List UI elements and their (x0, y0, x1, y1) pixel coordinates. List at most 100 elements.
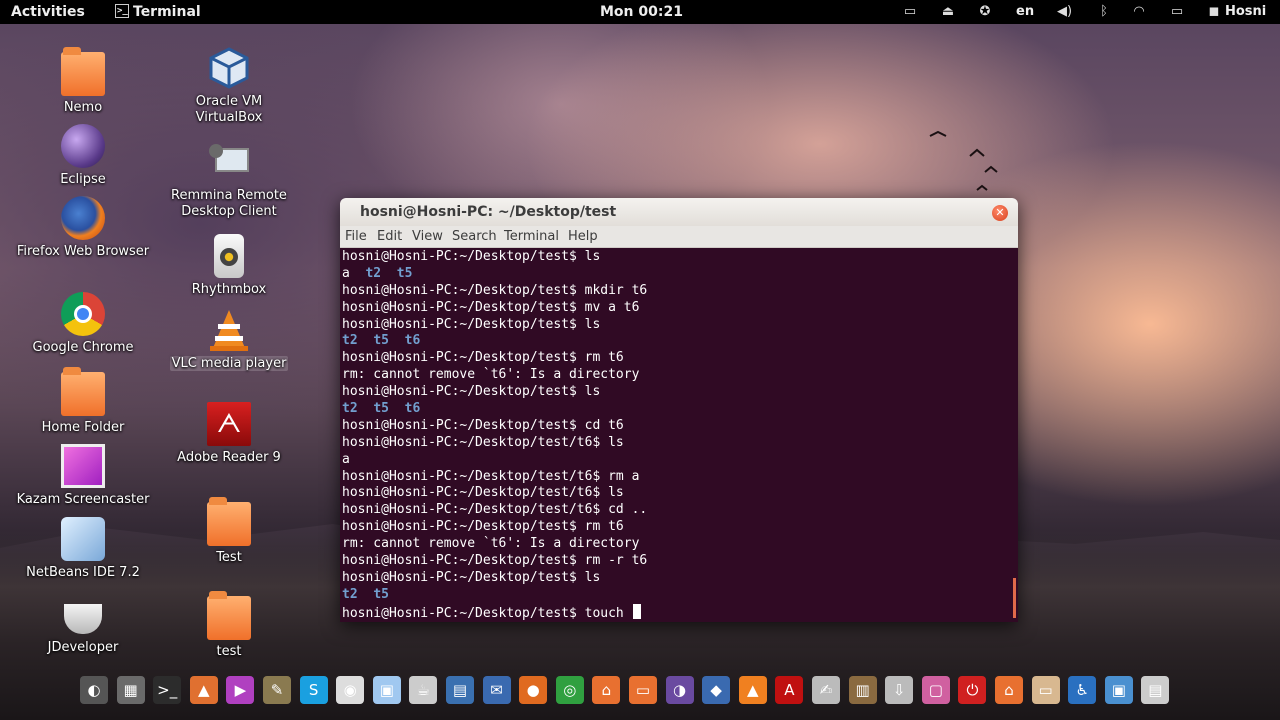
terminal-line: hosni@Hosni-PC:~/Desktop/test$ mv a t6 (342, 300, 1012, 317)
terminal-text: hosni@Hosni-PC:~/Desktop/test$ rm t6 (342, 519, 624, 535)
gimp-icon[interactable]: ✎ (263, 676, 291, 704)
nemo-icon[interactable]: ▭ (629, 676, 657, 704)
terminal-output[interactable]: hosni@Hosni-PC:~/Desktop/test$ ls a t2 t5… (342, 249, 1012, 621)
user-menu[interactable]: Hosni (1225, 0, 1266, 24)
file-entry (358, 401, 374, 416)
app-menu-terminal[interactable]: >_ Terminal (111, 0, 201, 24)
remmina-icon (207, 140, 251, 184)
desktop-icon-home-folder[interactable]: Home Folder (13, 367, 153, 436)
desktop-icon-label: VLC media player (159, 356, 299, 372)
rhythmbox-icon[interactable]: ◉ (336, 676, 365, 704)
eject-icon[interactable]: ⏏ (941, 5, 955, 19)
desktop-icon-remmina[interactable]: Remmina Remote Desktop Client (159, 140, 299, 220)
menu-file[interactable]: File (345, 229, 367, 244)
vlc-icon (207, 308, 251, 352)
software-center-icon[interactable]: ▣ (1104, 676, 1133, 704)
chrome-icon[interactable]: ◎ (555, 676, 584, 704)
scrollbar[interactable] (1013, 578, 1016, 618)
vlc-icon[interactable]: ▲ (738, 676, 767, 704)
menu-edit[interactable]: Edit (377, 229, 402, 244)
folder-icon (207, 591, 251, 640)
jdeveloper-icon (64, 604, 102, 634)
terminal-line: hosni@Hosni-PC:~/Desktop/test$ ls (342, 317, 1012, 334)
screenshot-icon[interactable]: ▢ (921, 676, 950, 704)
terminal-text: hosni@Hosni-PC:~/Desktop/test$ cd t6 (342, 417, 624, 433)
desktop-icon-chrome[interactable]: Google Chrome (13, 292, 153, 356)
books-icon[interactable]: ▥ (848, 676, 877, 704)
desktop-icon-virtualbox[interactable]: Oracle VM VirtualBox (159, 46, 299, 126)
terminal-line: hosni@Hosni-PC:~/Desktop/test$ ls (342, 249, 1012, 266)
terminal-line: hosni@Hosni-PC:~/Desktop/test$ mkdir t6 (342, 283, 1012, 300)
window-titlebar[interactable]: hosni@Hosni-PC: ~/Desktop/test ✕ (340, 198, 1018, 226)
menu-view[interactable]: View (412, 229, 443, 244)
power-icon[interactable]: ⏻ (958, 676, 987, 704)
desktop-icon-test-folder-lower[interactable]: test (159, 591, 299, 660)
desktop-icon-test-folder[interactable]: Test (159, 497, 299, 566)
desktop-icon-nemo[interactable]: Nemo (13, 47, 153, 116)
activities-button[interactable]: Activities (11, 0, 85, 24)
terminal-line: hosni@Hosni-PC:~/Desktop/test$ rm t6 (342, 519, 1012, 536)
close-icon[interactable]: ✕ (992, 205, 1008, 221)
accessibility-icon[interactable]: ♿ (1068, 676, 1097, 704)
directory-entry: t2 (342, 586, 358, 602)
terminal-window[interactable]: hosni@Hosni-PC: ~/Desktop/test ✕ File Ed… (340, 198, 1018, 622)
accessibility-icon[interactable]: ✪ (978, 5, 992, 19)
desktop-icon-adobe-reader[interactable]: ᗅ Adobe Reader 9 (159, 402, 299, 466)
terminal-line: hosni@Hosni-PC:~/Desktop/test$ cd t6 (342, 418, 1012, 435)
terminal-line: rm: cannot remove `t6': Is a directory (342, 536, 1012, 553)
terminal-text: hosni@Hosni-PC:~/Desktop/test$ rm t6 (342, 350, 624, 366)
netbeans-icon[interactable]: ▣ (372, 676, 401, 704)
netbeans-icon (61, 517, 105, 561)
menu-help[interactable]: Help (568, 229, 598, 244)
battery-icon[interactable]: ▭ (1170, 5, 1184, 19)
gnome-logo-icon[interactable]: ◐ (80, 676, 108, 704)
terminal-text: rm: cannot remove `t6': Is a directory (342, 367, 640, 383)
top-panel: Activities >_ Terminal Mon 00:21 ▭ ⏏ ✪ e… (0, 0, 1280, 24)
desktop-icon-jdeveloper[interactable]: JDeveloper (13, 592, 153, 656)
files-icon[interactable]: ▤ (1141, 676, 1170, 704)
skype-icon[interactable]: S (299, 676, 328, 704)
menu-search[interactable]: Search (452, 229, 497, 244)
folder-icon[interactable]: ▭ (903, 5, 917, 19)
desktop-icon-rhythmbox[interactable]: Rhythmbox (159, 234, 299, 298)
virtualbox-icon[interactable]: ◆ (702, 676, 731, 704)
keyboard-layout[interactable]: en (1016, 0, 1034, 24)
firefox-icon[interactable]: ● (519, 676, 548, 704)
terminal-icon[interactable]: >_ (153, 676, 182, 704)
calculator-icon[interactable]: ▦ (116, 676, 145, 704)
volume-icon[interactable]: ◀) (1057, 5, 1072, 19)
eclipse-icon[interactable]: ◑ (665, 676, 694, 704)
home-folder-icon-2[interactable]: ⌂ (995, 676, 1023, 704)
desktop-icon-label: JDeveloper (47, 640, 119, 655)
adobe-reader-icon[interactable]: A (775, 676, 804, 704)
chat-icon[interactable]: ◼ (1207, 5, 1221, 19)
wifi-icon[interactable]: ◠ (1132, 5, 1146, 19)
file-entry (358, 333, 374, 348)
clock[interactable]: Mon 00:21 (600, 0, 683, 24)
jdeveloper-icon[interactable]: ☕ (409, 676, 438, 704)
desktop-icon-eclipse[interactable]: Eclipse (13, 124, 153, 188)
desktop-icon-netbeans[interactable]: NetBeans IDE 7.2 (13, 517, 153, 581)
birds-decoration (929, 130, 998, 191)
file-entry (381, 266, 397, 281)
bag-icon[interactable]: ▲ (189, 676, 218, 704)
desktop-icon-vlc[interactable]: VLC media player (159, 308, 299, 372)
folder-icon[interactable]: ▭ (1031, 676, 1060, 704)
desktop-icon-kazam[interactable]: Kazam Screencaster (13, 444, 153, 508)
bluetooth-icon[interactable]: ᛒ (1097, 5, 1111, 19)
usb-creator-icon[interactable]: ⇩ (885, 676, 914, 704)
text-editor-icon[interactable]: ✍ (812, 676, 840, 704)
document-viewer-icon[interactable]: ▤ (446, 676, 474, 704)
terminal-line: a t2 t5 (342, 266, 1012, 283)
terminal-text: rm: cannot remove `t6': Is a directory (342, 536, 640, 552)
home-folder-icon[interactable]: ⌂ (592, 676, 621, 704)
desktop-icon-label: Kazam Screencaster (16, 492, 150, 507)
menu-terminal[interactable]: Terminal (504, 229, 559, 244)
current-prompt: hosni@Hosni-PC:~/Desktop/test$ touch (342, 605, 632, 621)
terminal-line: hosni@Hosni-PC:~/Desktop/test$ ls (342, 384, 1012, 401)
terminal-line: a (342, 452, 1012, 469)
directory-entry: t6 (404, 401, 421, 417)
thunderbird-icon[interactable]: ✉ (482, 676, 511, 704)
kazam-icon[interactable]: ▶ (226, 676, 255, 704)
desktop-icon-firefox[interactable]: Firefox Web Browser (13, 196, 153, 260)
